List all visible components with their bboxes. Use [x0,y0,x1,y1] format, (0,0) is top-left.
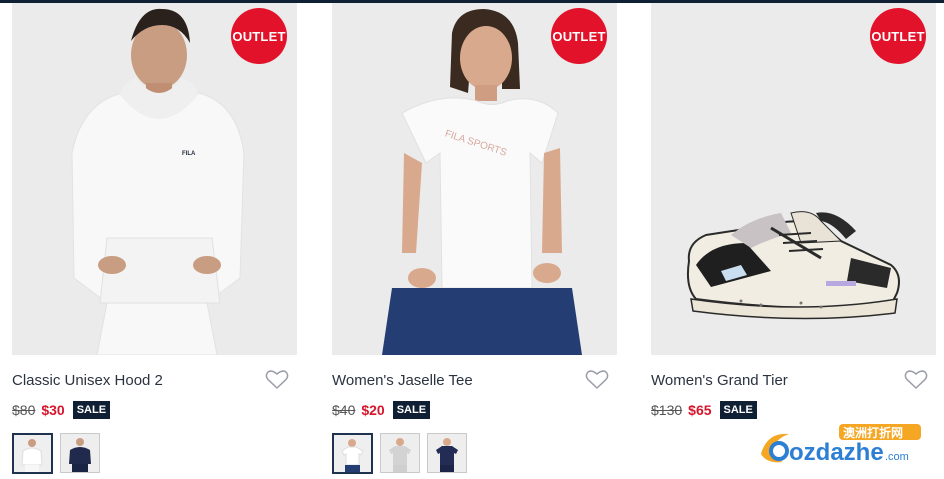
watermark-tag: 澳洲打折网 [843,425,903,440]
product-title[interactable]: Classic Unisex Hood 2 [12,372,163,389]
sale-price: $65 [688,402,712,418]
svg-text:FILA: FILA [182,151,196,157]
heart-icon[interactable] [904,368,928,390]
swatch-white[interactable] [332,433,373,474]
color-swatches [332,433,617,474]
original-price: $130 [651,402,683,418]
sale-badge: SALE [719,401,757,419]
grey-tee-thumbnail [381,434,419,472]
sale-badge: SALE [72,401,111,419]
ozdazhe-watermark-logo: ozdazhe .com 澳洲打折网 [757,424,922,469]
sale-price: $20 [361,402,385,418]
original-price: $40 [332,402,356,418]
watermark-suffix: .com [885,451,909,463]
white-tee-thumbnail [334,435,371,472]
watermark-brand: ozdazhe [789,439,884,466]
original-price: $80 [12,402,36,418]
product-image[interactable]: FILA OUTLET [12,3,297,355]
outlet-badge: OUTLET [870,8,926,64]
heart-icon[interactable] [585,368,609,390]
product-image[interactable]: OUTLET [651,3,936,355]
sale-price: $30 [41,402,65,418]
product-card-womens-jaselle-tee[interactable]: FILA SPORTS OUTLET Women's Jaselle Tee $… [332,3,617,474]
outlet-badge: OUTLET [551,8,607,64]
swatch-white[interactable] [12,433,53,474]
sale-badge: SALE [392,401,431,419]
product-title[interactable]: Women's Grand Tier [651,372,788,389]
swatch-navy[interactable] [427,433,467,473]
product-card-classic-unisex-hood[interactable]: FILA OUTLET Classic Unisex Hood 2 $80 $3… [12,3,297,474]
product-title[interactable]: Women's Jaselle Tee [332,372,473,389]
product-image[interactable]: FILA SPORTS OUTLET [332,3,617,355]
swatch-navy[interactable] [60,433,100,473]
navy-hoodie-thumbnail [61,434,99,472]
outlet-badge: OUTLET [231,8,287,64]
heart-icon[interactable] [265,368,289,390]
watermark-graphic: ozdazhe .com 澳洲打折网 [761,424,921,466]
color-swatches [12,433,297,474]
white-hoodie-thumbnail [14,435,51,472]
swatch-grey[interactable] [380,433,420,473]
navy-tee-thumbnail [428,434,466,472]
product-card-womens-grand-tier[interactable]: OUTLET Women's Grand Tier $130 $65 SALE [651,3,936,421]
